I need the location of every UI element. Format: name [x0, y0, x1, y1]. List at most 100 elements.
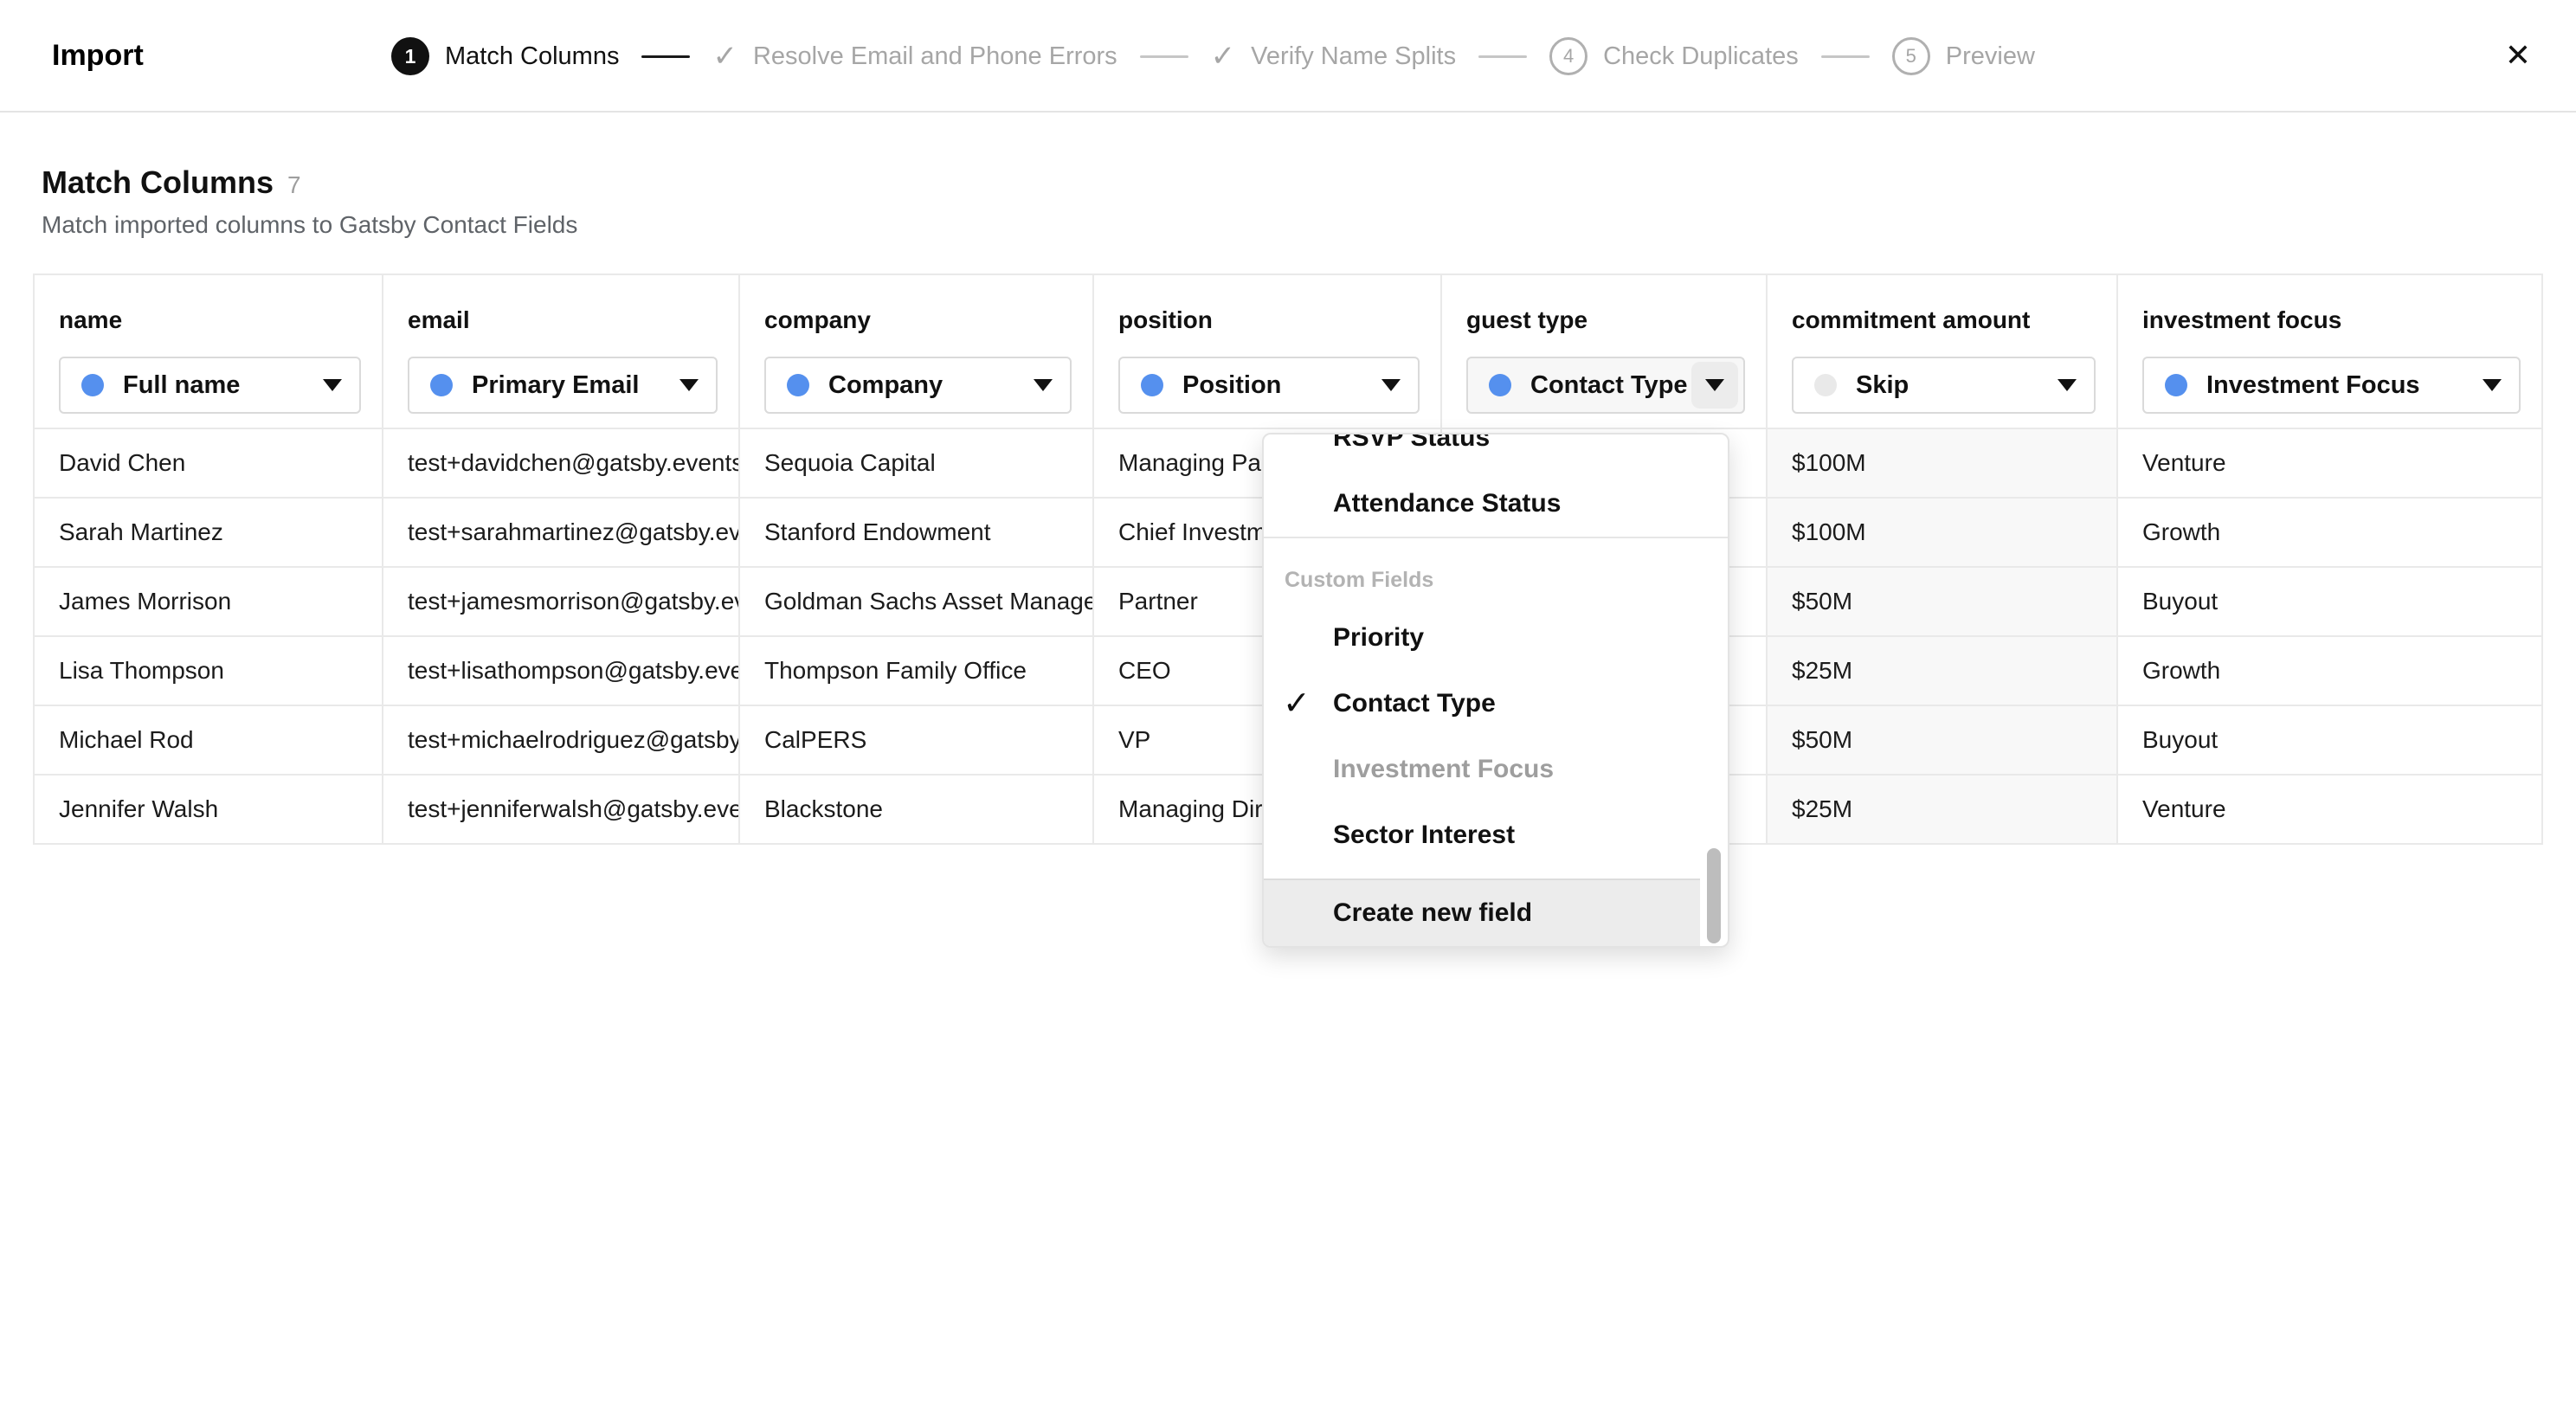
- step-match-columns[interactable]: 1 Match Columns: [391, 37, 619, 75]
- cell-investment-focus: Venture: [2117, 775, 2542, 844]
- menu-item-attendance-status[interactable]: Attendance Status: [1264, 471, 1728, 537]
- step-check-icon: ✓: [1211, 42, 1236, 71]
- column-mapping-select-guest-type[interactable]: Contact Type: [1466, 357, 1745, 414]
- cell-email: test+davidchen@gatsby.events: [383, 428, 739, 498]
- mapped-indicator-dot: [1489, 374, 1511, 396]
- step-check-icon: ✓: [712, 42, 737, 71]
- column-title: company: [764, 306, 1072, 334]
- step-connector: [1478, 55, 1527, 58]
- table-header-row: name Full name email Primary Email: [34, 274, 2542, 428]
- cell-company: Stanford Endowment: [739, 498, 1093, 567]
- step-preview[interactable]: 5 Preview: [1892, 37, 2035, 75]
- mapping-value: Contact Type: [1530, 371, 1688, 400]
- column-mapping-select-position[interactable]: Position: [1118, 357, 1420, 414]
- cell-email: test+lisathompson@gatsby.events: [383, 636, 739, 705]
- cell-email: test+jamesmorrison@gatsby.events: [383, 567, 739, 636]
- column-header-position: position Position: [1093, 274, 1441, 428]
- step-resolve-email-phone[interactable]: ✓ Resolve Email and Phone Errors: [712, 42, 1117, 71]
- cell-email: test+michaelrodriguez@gatsby.events: [383, 705, 739, 775]
- menu-item-label: Contact Type: [1333, 689, 1496, 718]
- chevron-down-icon: [679, 379, 699, 391]
- step-connector: [1821, 55, 1870, 58]
- cell-investment-focus: Growth: [2117, 498, 2542, 567]
- mapped-indicator-dot: [430, 374, 453, 396]
- cell-investment-focus: Buyout: [2117, 567, 2542, 636]
- cell-investment-focus: Growth: [2117, 636, 2542, 705]
- column-header-commitment-amount: commitment amount Skip: [1767, 274, 2117, 428]
- step-label: Match Columns: [445, 42, 619, 71]
- menu-item-contact-type[interactable]: ✓ Contact Type: [1264, 671, 1728, 737]
- column-title: guest type: [1466, 306, 1745, 334]
- mapping-value: Position: [1182, 371, 1281, 400]
- column-header-guest-type: guest type Contact Type: [1441, 274, 1767, 428]
- cell-investment-focus: Venture: [2117, 428, 2542, 498]
- column-mapping-select-investment-focus[interactable]: Investment Focus: [2142, 357, 2521, 414]
- cell-name: Jennifer Walsh: [34, 775, 383, 844]
- column-mapping-select-commitment-amount[interactable]: Skip: [1792, 357, 2096, 414]
- create-new-field-button[interactable]: Create new field: [1264, 879, 1700, 946]
- import-stepper: 1 Match Columns ✓ Resolve Email and Phon…: [391, 0, 2035, 113]
- mapping-value: Investment Focus: [2206, 371, 2420, 400]
- cell-name: Sarah Martinez: [34, 498, 383, 567]
- step-label: Verify Name Splits: [1251, 42, 1456, 71]
- chevron-down-icon: [1034, 379, 1053, 391]
- field-menu-list: RSVP Status Attendance Status Custom Fie…: [1264, 433, 1728, 868]
- column-mapping-select-name[interactable]: Full name: [59, 357, 361, 414]
- column-header-company: company Company: [739, 274, 1093, 428]
- menu-item-investment-focus[interactable]: Investment Focus: [1264, 737, 1728, 802]
- menu-item-rsvp-status[interactable]: RSVP Status: [1264, 433, 1728, 471]
- column-title: investment focus: [2142, 306, 2521, 334]
- menu-section-custom-fields: Custom Fields: [1264, 538, 1728, 605]
- step-label: Preview: [1946, 42, 2035, 71]
- step-4-badge: 4: [1549, 37, 1587, 75]
- cell-company: Sequoia Capital: [739, 428, 1093, 498]
- mapped-indicator-dot: [1141, 374, 1163, 396]
- column-title: name: [59, 306, 361, 334]
- column-title: email: [408, 306, 718, 334]
- step-label: Resolve Email and Phone Errors: [753, 42, 1117, 71]
- chevron-button[interactable]: [1691, 362, 1738, 409]
- mapped-indicator-dot: [2165, 374, 2187, 396]
- import-header: Import 1 Match Columns ✓ Resolve Email a…: [0, 0, 2576, 113]
- cell-name: David Chen: [34, 428, 383, 498]
- mapping-value: Company: [828, 371, 943, 400]
- step-5-badge: 5: [1892, 37, 1930, 75]
- cell-email: test+sarahmartinez@gatsby.events: [383, 498, 739, 567]
- menu-item-priority[interactable]: Priority: [1264, 605, 1728, 671]
- step-connector: [1140, 55, 1188, 58]
- step-verify-name-splits[interactable]: ✓ Verify Name Splits: [1211, 42, 1456, 71]
- cell-commitment-amount: $50M: [1767, 705, 2117, 775]
- cell-company: Thompson Family Office: [739, 636, 1093, 705]
- step-connector: [641, 55, 690, 58]
- chevron-down-icon: [2058, 379, 2077, 391]
- cell-name: Lisa Thompson: [34, 636, 383, 705]
- mapping-value: Skip: [1856, 371, 1909, 400]
- mapped-indicator-dot: [787, 374, 809, 396]
- cell-commitment-amount: $50M: [1767, 567, 2117, 636]
- step-label: Check Duplicates: [1603, 42, 1799, 71]
- skip-indicator-dot: [1814, 374, 1837, 396]
- cell-commitment-amount: $100M: [1767, 498, 2117, 567]
- page-subtitle: Match imported columns to Gatsby Contact…: [33, 211, 2543, 239]
- mapping-value: Full name: [123, 371, 240, 400]
- mapping-value: Primary Email: [472, 371, 639, 400]
- step-1-badge: 1: [391, 37, 429, 75]
- chevron-down-icon: [1705, 379, 1724, 391]
- chevron-down-icon: [1381, 379, 1401, 391]
- chevron-down-icon: [2483, 379, 2502, 391]
- check-icon: ✓: [1283, 687, 1311, 720]
- step-check-duplicates[interactable]: 4 Check Duplicates: [1549, 37, 1799, 75]
- column-mapping-select-email[interactable]: Primary Email: [408, 357, 718, 414]
- cell-commitment-amount: $25M: [1767, 775, 2117, 844]
- cell-commitment-amount: $25M: [1767, 636, 2117, 705]
- menu-item-sector-interest[interactable]: Sector Interest: [1264, 802, 1728, 868]
- column-mapping-select-company[interactable]: Company: [764, 357, 1072, 414]
- column-header-name: name Full name: [34, 274, 383, 428]
- chevron-down-icon: [323, 379, 342, 391]
- menu-scrollbar-thumb[interactable]: [1707, 848, 1721, 943]
- close-icon[interactable]: ✕: [2505, 40, 2531, 71]
- page-title: Match Columns: [42, 164, 274, 201]
- column-title: commitment amount: [1792, 306, 2096, 334]
- cell-email: test+jenniferwalsh@gatsby.events: [383, 775, 739, 844]
- cell-name: Michael Rod: [34, 705, 383, 775]
